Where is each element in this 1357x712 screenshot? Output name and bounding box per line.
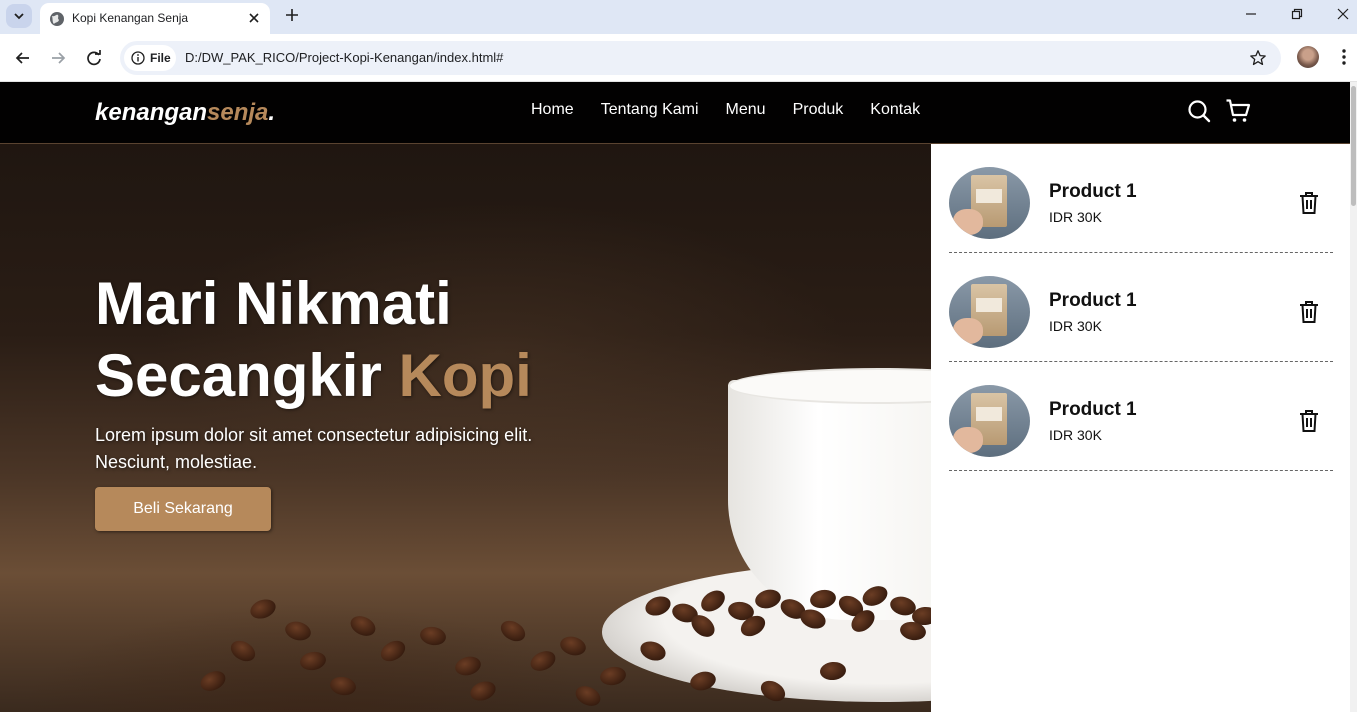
coffee-bean [197, 667, 229, 695]
cart-item-price: IDR 30K [1049, 209, 1102, 225]
cart-item: Product 1 IDR 30K [949, 144, 1333, 253]
coffee-bean [572, 682, 604, 710]
nav-links: Home Tentang Kami Menu Produk Kontak [531, 101, 920, 119]
tab-title: Kopi Kenangan Senja [72, 11, 189, 25]
forward-arrow-icon[interactable] [48, 48, 68, 68]
address-bar[interactable]: File D:/DW_PAK_RICO/Project-Kopi-Kenanga… [120, 41, 1281, 75]
profile-avatar[interactable] [1297, 46, 1319, 68]
close-window-icon[interactable] [1335, 6, 1351, 22]
logo-accent: senja [207, 99, 269, 126]
coffee-bean [598, 664, 628, 688]
minimize-icon[interactable] [1243, 6, 1259, 22]
restore-icon[interactable] [1289, 6, 1305, 22]
product-thumbnail [949, 385, 1030, 457]
trash-icon[interactable] [1299, 300, 1319, 324]
browser-toolbar: File D:/DW_PAK_RICO/Project-Kopi-Kenanga… [0, 34, 1357, 82]
nav-link-home[interactable]: Home [531, 101, 574, 119]
site-info-chip[interactable]: File [124, 45, 176, 71]
browser-tab-strip: Kopi Kenangan Senja [0, 0, 1357, 34]
cart-item-name: Product 1 [1049, 290, 1137, 311]
tab-search-button[interactable] [6, 4, 32, 28]
coffee-bean [377, 636, 409, 666]
product-thumbnail [949, 276, 1030, 348]
hero-title: Mari Nikmati Secangkir Kopi [95, 268, 532, 412]
info-icon [131, 51, 145, 65]
chevron-down-icon [14, 13, 24, 20]
page-viewport: Mari Nikmati Secangkir Kopi Lorem ipsum … [0, 82, 1350, 712]
hero-title-line2: Secangkir Kopi [95, 340, 532, 412]
cart-item-price: IDR 30K [1049, 318, 1102, 334]
coffee-bean [247, 596, 279, 622]
coffee-bean [418, 624, 448, 648]
coffee-bean [328, 674, 358, 698]
page-scrollbar[interactable] [1350, 82, 1357, 712]
site-chip-label: File [150, 51, 171, 65]
hero-title-main: Secangkir [95, 342, 399, 409]
cart-item-name: Product 1 [1049, 399, 1137, 420]
coffee-bean [283, 618, 313, 644]
product-thumbnail [949, 167, 1030, 239]
coffee-bean [527, 647, 559, 675]
logo-dot: . [268, 99, 276, 126]
coffee-bean [558, 633, 588, 659]
logo-main: kenangan [95, 99, 208, 126]
buy-now-button[interactable]: Beli Sekarang [95, 487, 271, 531]
globe-icon [50, 12, 64, 26]
hero-title-line1: Mari Nikmati [95, 270, 452, 337]
coffee-bean [298, 649, 328, 673]
cart-item: Product 1 IDR 30K [949, 362, 1333, 471]
back-arrow-icon[interactable] [13, 48, 33, 68]
shopping-cart-icon[interactable] [1225, 98, 1251, 124]
search-icon[interactable] [1187, 99, 1211, 123]
browser-tab[interactable]: Kopi Kenangan Senja [40, 3, 270, 34]
site-navbar: kenangansenja. Home Tentang Kami Menu Pr… [0, 82, 1350, 144]
trash-icon[interactable] [1299, 191, 1319, 215]
new-tab-icon[interactable] [283, 6, 301, 24]
coffee-bean [497, 616, 529, 646]
hero-title-accent: Kopi [398, 342, 532, 409]
site-logo[interactable]: kenangansenja. [95, 99, 275, 127]
more-menu-icon[interactable] [1338, 47, 1350, 67]
url-text[interactable]: D:/DW_PAK_RICO/Project-Kopi-Kenangan/ind… [185, 50, 503, 65]
close-icon[interactable] [246, 10, 262, 26]
cart-item-price: IDR 30K [1049, 427, 1102, 443]
coffee-bean [347, 612, 379, 640]
nav-link-contact[interactable]: Kontak [870, 101, 920, 119]
coffee-bean [453, 653, 483, 679]
cart-item: Product 1 IDR 30K [949, 253, 1333, 362]
coffee-bean [227, 636, 259, 666]
nav-link-products[interactable]: Produk [793, 101, 844, 119]
trash-icon[interactable] [1299, 409, 1319, 433]
nav-link-about[interactable]: Tentang Kami [601, 101, 699, 119]
reload-icon[interactable] [84, 48, 104, 68]
cart-item-name: Product 1 [1049, 181, 1137, 202]
shopping-cart-panel: Product 1 IDR 30K Product 1 IDR 30K Prod… [931, 144, 1350, 712]
nav-link-menu[interactable]: Menu [726, 101, 766, 119]
coffee-bean [467, 678, 499, 704]
scrollbar-thumb[interactable] [1351, 86, 1356, 206]
bookmark-star-icon[interactable] [1249, 49, 1267, 67]
hero-description: Lorem ipsum dolor sit amet consectetur a… [95, 425, 533, 472]
